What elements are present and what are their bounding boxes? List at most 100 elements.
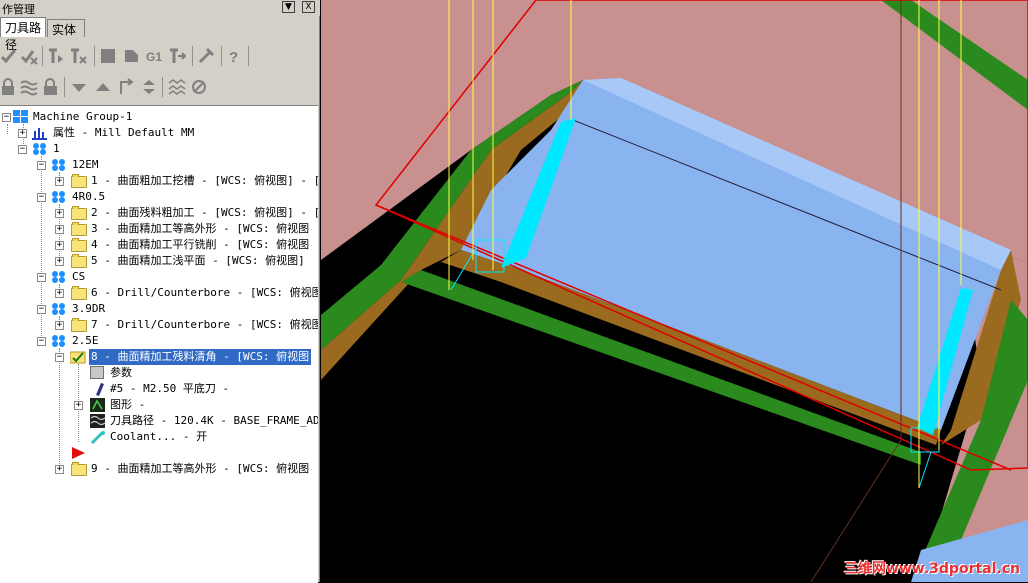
- toolbar-separator: [162, 77, 163, 97]
- post-lock-icon[interactable]: [42, 78, 60, 96]
- toolpath-icon: [90, 414, 106, 428]
- tree-label: 5 - 曲面精加工浅平面 - [WCS: 俯视图]: [91, 254, 305, 267]
- tree-label: 刀具路径 - 120.4K - BASE_FRAME_ADD: [110, 414, 318, 427]
- tree-label: 6 - Drill/Counterbore - [WCS: 俯视图]: [91, 286, 318, 299]
- open-folder-check-icon: [70, 351, 86, 364]
- tree-item-parameters[interactable]: 参数: [0, 365, 318, 381]
- collapse-toggle[interactable]: −: [37, 273, 46, 282]
- tree-item-tool-group[interactable]: − 2.5E: [0, 333, 318, 349]
- tree-label: 属性 - Mill Default MM: [53, 126, 195, 139]
- tree-item-machine-group[interactable]: − Machine Group-1: [0, 109, 318, 125]
- tree-item-operation[interactable]: + 6 - Drill/Counterbore - [WCS: 俯视图]: [0, 285, 318, 301]
- machine-group-icon: [13, 110, 28, 123]
- regenerate-dirty-icon[interactable]: [69, 47, 87, 65]
- end-mill-icon: [96, 383, 104, 396]
- collapse-toggle[interactable]: −: [18, 145, 27, 154]
- backplot-icon[interactable]: [99, 47, 117, 65]
- expand-toggle[interactable]: +: [55, 241, 64, 250]
- toolbar-row-2: [0, 73, 320, 101]
- tree-label: 4 - 曲面精加工平行铣削 - [WCS: 俯视图: [91, 238, 310, 251]
- folder-icon: [71, 462, 87, 476]
- tree-item-operation[interactable]: + 2 - 曲面残料粗加工 - [WCS: 俯视图] - [: [0, 205, 318, 221]
- folder-icon: [71, 254, 87, 268]
- collapse-toggle[interactable]: −: [37, 337, 46, 346]
- high-feed-icon[interactable]: [168, 47, 186, 65]
- tree-item-tool-group[interactable]: − 12EM: [0, 157, 318, 173]
- collapse-toggle[interactable]: −: [37, 305, 46, 314]
- post-g1-icon[interactable]: G1: [146, 47, 164, 65]
- tree-item-tool-group[interactable]: − CS: [0, 269, 318, 285]
- tree-label: #5 - M2.50 平底刀 -: [110, 382, 230, 395]
- insert-arrow-icon[interactable]: [117, 78, 135, 96]
- collapse-toggle[interactable]: −: [2, 113, 11, 122]
- toolpath-group-icon: [33, 143, 46, 155]
- select-all-ops-icon[interactable]: [0, 47, 18, 65]
- panel-close-button[interactable]: X: [302, 1, 315, 13]
- tree-item-operation[interactable]: + 9 - 曲面精加工等高外形 - [WCS: 俯视图: [0, 461, 318, 477]
- regenerate-selected-icon[interactable]: [47, 47, 65, 65]
- move-up-icon[interactable]: [94, 78, 112, 96]
- folder-icon: [71, 222, 87, 236]
- tree-item-toolpath[interactable]: 刀具路径 - 120.4K - BASE_FRAME_ADD: [0, 413, 318, 429]
- tree-label: 2 - 曲面残料粗加工 - [WCS: 俯视图] - [: [91, 206, 318, 219]
- tree-label: 8 - 曲面精加工残料清角 - [WCS: 俯视图: [89, 349, 312, 365]
- tree-item-operation[interactable]: + 5 - 曲面精加工浅平面 - [WCS: 俯视图]: [0, 253, 318, 269]
- collapse-toggle[interactable]: −: [37, 161, 46, 170]
- delete-ops-icon[interactable]: [197, 47, 215, 65]
- panel-tabs: 刀具路径 实体: [0, 17, 320, 52]
- toolbar-separator: [221, 46, 222, 66]
- expand-toggle[interactable]: +: [74, 401, 83, 410]
- move-down-icon[interactable]: [70, 78, 88, 96]
- folder-icon: [71, 206, 87, 220]
- expand-toggle[interactable]: +: [55, 177, 64, 186]
- operations-manager-panel: 作管理 ▼ X 刀具路径 实体 G1 ? − Machine Group-1 +…: [0, 0, 320, 583]
- part-model-render: [321, 0, 1028, 582]
- tree-item-operation[interactable]: + 7 - Drill/Counterbore - [WCS: 俯视图]: [0, 317, 318, 333]
- toolbar-separator: [64, 77, 65, 97]
- tool-group-icon: [52, 335, 65, 347]
- tree-item-operation[interactable]: + 3 - 曲面精加工等高外形 - [WCS: 俯视图: [0, 221, 318, 237]
- toggle-display-icon[interactable]: [20, 78, 38, 96]
- tree-label: 7 - Drill/Counterbore - [WCS: 俯视图]: [91, 318, 318, 331]
- expand-toggle[interactable]: +: [55, 289, 64, 298]
- select-all-dirty-icon[interactable]: [20, 47, 38, 65]
- tree-label: 3 - 曲面精加工等高外形 - [WCS: 俯视图: [91, 222, 310, 235]
- folder-icon: [71, 238, 87, 252]
- tree-item-operation[interactable]: + 4 - 曲面精加工平行铣削 - [WCS: 俯视图: [0, 237, 318, 253]
- tree-item-coolant[interactable]: Coolant... - 开: [0, 429, 318, 445]
- wave-icon[interactable]: [168, 78, 186, 96]
- tab-solids[interactable]: 实体: [47, 19, 85, 37]
- tree-item-operation-selected[interactable]: − 8 - 曲面精加工残料清角 - [WCS: 俯视图: [0, 349, 318, 365]
- tree-item-tool[interactable]: #5 - M2.50 平底刀 -: [0, 381, 318, 397]
- expand-toggle[interactable]: +: [55, 257, 64, 266]
- expand-toggle[interactable]: +: [55, 209, 64, 218]
- toolbar-separator: [94, 46, 95, 66]
- tree-item-geometry[interactable]: + 图形 -: [0, 397, 318, 413]
- tree-label: 图形 -: [110, 398, 146, 411]
- tab-toolpaths[interactable]: 刀具路径: [0, 17, 46, 52]
- insert-arrow-marker[interactable]: [0, 445, 318, 461]
- graphics-viewport[interactable]: 三维网www.3dportal.cn: [321, 0, 1028, 582]
- only-display-icon[interactable]: [190, 78, 208, 96]
- verify-icon[interactable]: [122, 47, 140, 65]
- insert-arrow-icon: [72, 447, 85, 459]
- expand-toggle[interactable]: +: [18, 129, 27, 138]
- tree-item-tool-group[interactable]: − 3.9DR: [0, 301, 318, 317]
- parameters-icon: [90, 366, 104, 379]
- help-icon[interactable]: ?: [226, 47, 244, 65]
- tree-label: CS: [72, 270, 86, 283]
- lock-icon[interactable]: [0, 78, 18, 96]
- scroll-icon[interactable]: [140, 78, 158, 96]
- collapse-toggle[interactable]: −: [37, 193, 46, 202]
- expand-toggle[interactable]: +: [55, 465, 64, 474]
- tree-item-properties[interactable]: + 属性 - Mill Default MM: [0, 125, 318, 141]
- tree-item-tool-group[interactable]: − 4R0.5: [0, 189, 318, 205]
- expand-toggle[interactable]: +: [55, 225, 64, 234]
- tree-item-operation[interactable]: + 1 - 曲面粗加工挖槽 - [WCS: 俯视图] - [: [0, 173, 318, 189]
- expand-toggle[interactable]: +: [55, 321, 64, 330]
- svg-text:G1: G1: [146, 50, 162, 64]
- tree-item-toolpath-group[interactable]: − 1: [0, 141, 318, 157]
- tool-group-icon: [52, 303, 65, 315]
- panel-dropdown-button[interactable]: ▼: [282, 1, 295, 13]
- collapse-toggle[interactable]: −: [55, 353, 64, 362]
